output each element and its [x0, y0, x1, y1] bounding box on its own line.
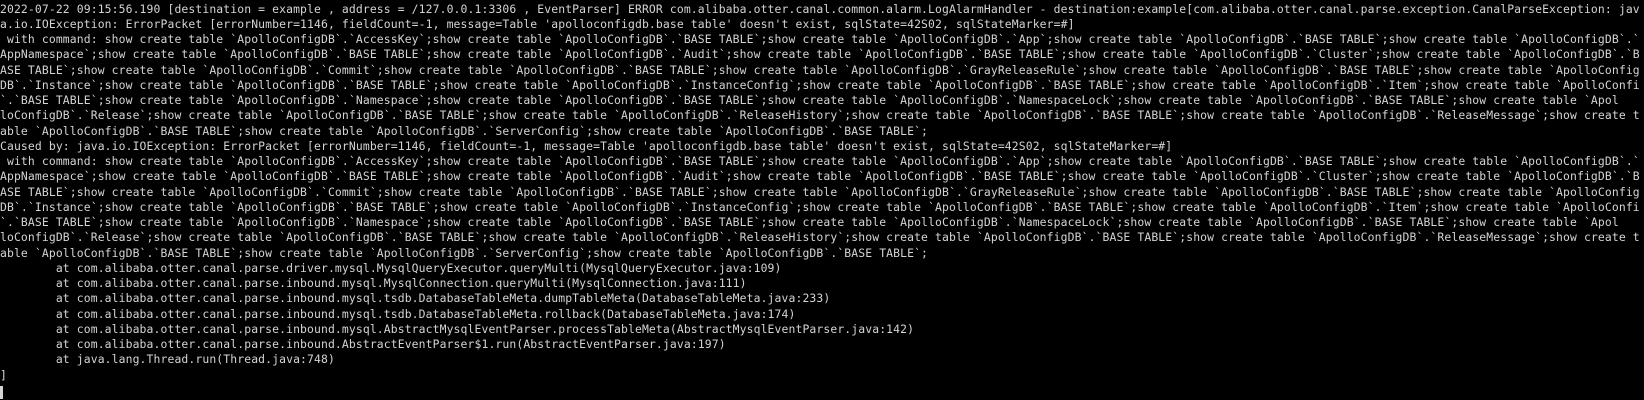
log-line: DB`.`Instance`;show create table `Apollo…	[0, 200, 1640, 214]
log-line: loConfigDB`.`Release`;show create table …	[0, 108, 1640, 122]
log-line: ASE TABLE`;show create table `ApolloConf…	[0, 63, 1640, 77]
log-line: loConfigDB`.`Release`;show create table …	[0, 230, 1640, 244]
log-line: at java.lang.Thread.run(Thread.java:748)	[0, 352, 335, 366]
log-line: at com.alibaba.otter.canal.parse.inbound…	[0, 307, 796, 321]
log-line: with command: show create table `ApolloC…	[0, 32, 1640, 46]
log-line: ]	[0, 368, 7, 382]
log-line: `.`BASE TABLE`;show create table `Apollo…	[0, 93, 1619, 107]
log-line: at com.alibaba.otter.canal.parse.driver.…	[0, 261, 782, 275]
log-line: able `ApolloConfigDB`.`BASE TABLE`;show …	[0, 246, 929, 260]
log-line: with command: show create table `ApolloC…	[0, 154, 1640, 168]
log-line: at com.alibaba.otter.canal.parse.inbound…	[0, 291, 831, 305]
log-line: ASE TABLE`;show create table `ApolloConf…	[0, 185, 1640, 199]
terminal-output[interactable]: 2022-07-22 09:15:56.190 [destination = e…	[0, 0, 1644, 400]
log-line: DB`.`Instance`;show create table `Apollo…	[0, 78, 1640, 92]
log-line: able `ApolloConfigDB`.`BASE TABLE`;show …	[0, 124, 929, 138]
log-line: Caused by: java.io.IOException: ErrorPac…	[0, 139, 1173, 153]
log-line: at com.alibaba.otter.canal.parse.inbound…	[0, 322, 915, 336]
log-line: AppNamespace`;show create table `ApolloC…	[0, 47, 1640, 61]
log-line: a.io.IOException: ErrorPacket [errorNumb…	[0, 17, 1075, 31]
log-line: at com.alibaba.otter.canal.parse.inbound…	[0, 337, 726, 351]
log-line: `.`BASE TABLE`;show create table `Apollo…	[0, 215, 1619, 229]
log-line: 2022-07-22 09:15:56.190 [destination = e…	[0, 2, 1640, 16]
log-line: at com.alibaba.otter.canal.parse.inbound…	[0, 276, 747, 290]
log-line: AppNamespace`;show create table `ApolloC…	[0, 169, 1640, 183]
text-cursor	[0, 386, 3, 399]
